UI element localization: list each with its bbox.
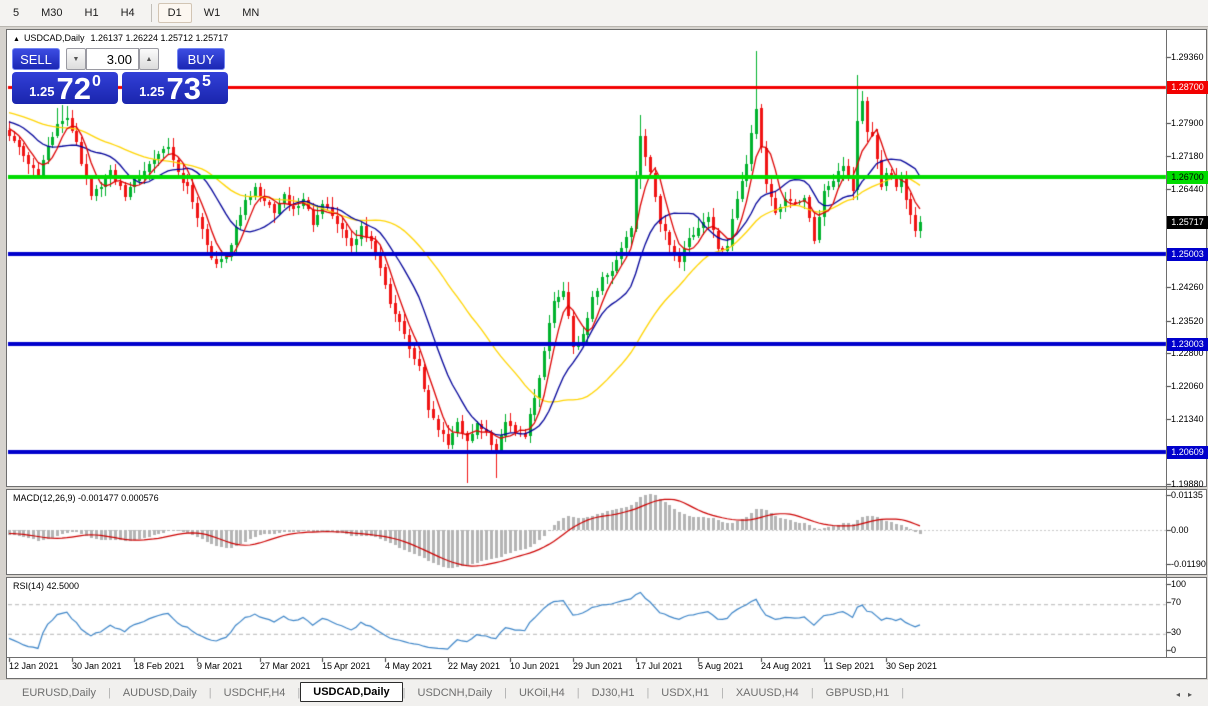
tab-scroll-left-icon[interactable]: ◂ <box>1176 690 1188 699</box>
tab-usdx-h1[interactable]: USDX,H1 <box>649 683 721 703</box>
rsi-name: RSI(14) <box>13 581 45 591</box>
tab-ukoil-h4[interactable]: UKOil,H4 <box>507 683 577 703</box>
sell-button-label: SELL <box>20 51 52 67</box>
date-axis-label: 5 Aug 2021 <box>698 661 744 671</box>
tab-dj30-h1[interactable]: DJ30,H1 <box>580 683 647 703</box>
date-axis-label: 18 Feb 2021 <box>134 661 185 671</box>
chart-quotes: 1.26137 1.26224 1.25712 1.25717 <box>90 33 229 43</box>
rsi-axis-label: 0 <box>1171 645 1177 655</box>
macd-values: -0.001477 0.000576 <box>78 493 159 503</box>
date-axis-label: 30 Sep 2021 <box>886 661 938 671</box>
timeframe-button-d1[interactable]: D1 <box>157 3 192 23</box>
price-axis-label: 1.27900 <box>1171 118 1204 128</box>
price-badge-1.20609: 1.20609 <box>1167 446 1208 459</box>
timeframe-button-h4[interactable]: H4 <box>111 3 145 23</box>
macd-axis-label: 0.00 <box>1171 525 1189 535</box>
tab-xauusd-h4[interactable]: XAUUSD,H4 <box>724 683 811 703</box>
price-axis-label: 1.22060 <box>1171 381 1204 391</box>
price-axis-label: 1.24260 <box>1171 282 1204 292</box>
volume-decrease-button[interactable]: ▼ <box>66 48 86 70</box>
price-badge-1.28700: 1.28700 <box>1167 81 1208 94</box>
volume-input[interactable]: 3.00 <box>86 48 139 70</box>
rsi-value: 42.5000 <box>46 581 80 591</box>
date-axis-label: 11 Sep 2021 <box>824 661 875 671</box>
macd-label: MACD(12,26,9) -0.001477 0.000576 <box>13 493 159 503</box>
buy-button-label: BUY <box>187 51 215 67</box>
price-axis-label: 1.19880 <box>1171 479 1204 489</box>
sell-price-pip: 0 <box>91 73 101 90</box>
toolbar-separator <box>150 4 152 22</box>
price-badge-1.25003: 1.25003 <box>1167 248 1208 261</box>
chart-symbol: USDCAD,Daily <box>23 33 85 43</box>
price-axis-label: 1.27180 <box>1171 151 1204 161</box>
rsi-axis-label: 70 <box>1171 597 1182 607</box>
timeframe-button-5[interactable]: 5 <box>3 3 29 23</box>
buy-price-panel[interactable]: 1.25 73 5 <box>122 72 228 104</box>
macd-axis-label: -0.01190 <box>1171 559 1206 569</box>
price-axis-label: 1.21340 <box>1171 414 1204 424</box>
sell-price-panel[interactable]: 1.25 72 0 <box>12 72 118 104</box>
tab-scroll-right-icon[interactable]: ▸ <box>1188 690 1200 699</box>
price-badge-1.23003: 1.23003 <box>1167 338 1208 351</box>
tab-usdcnh-daily[interactable]: USDCNH,Daily <box>406 683 505 703</box>
rsi-axis-label: 30 <box>1171 627 1182 637</box>
price-axis-label: 1.29360 <box>1171 52 1204 62</box>
buy-price-pip: 5 <box>201 73 211 90</box>
tab-scroll-arrows: ◂▸ <box>1176 690 1200 699</box>
timeframe-button-h1[interactable]: H1 <box>75 3 109 23</box>
timeframe-button-m30[interactable]: M30 <box>31 3 72 23</box>
timeframe-button-w1[interactable]: W1 <box>194 3 231 23</box>
timeframe-toolbar: 5 M30 H1 H4 D1 W1 MN <box>0 0 1208 27</box>
date-axis-label: 4 May 2021 <box>385 661 433 671</box>
collapse-arrow-icon[interactable]: ▲ <box>13 36 20 43</box>
chart-title: ▲ USDCAD,Daily 1.26137 1.26224 1.25712 1.2… <box>13 33 228 43</box>
date-axis-label: 12 Jan 2021 <box>9 661 59 671</box>
timeframe-button-mn[interactable]: MN <box>232 3 269 23</box>
price-badge-1.26700: 1.26700 <box>1167 171 1208 184</box>
spin-up-icon: ▲ <box>145 55 153 63</box>
macd-axis-label: 0.01135 <box>1171 490 1203 500</box>
date-axis-label: 10 Jun 2021 <box>510 661 560 671</box>
panel-separator-macd[interactable] <box>6 486 1207 490</box>
chart-tab-bar: EURUSD,Daily | AUDUSD,Daily | USDCHF,H4 | USDC… <box>0 680 1208 706</box>
rsi-label: RSI(14) 42.5000 <box>13 581 79 591</box>
sell-button[interactable]: SELL <box>12 48 60 70</box>
sell-price-big: 72 <box>56 71 91 106</box>
volume-value: 3.00 <box>106 51 132 67</box>
buy-price-big: 73 <box>166 71 201 106</box>
chart-window[interactable] <box>6 29 1207 679</box>
tab-usdcad-daily[interactable]: USDCAD,Daily <box>300 682 403 702</box>
tab-eurusd-daily[interactable]: EURUSD,Daily <box>10 683 108 703</box>
date-axis-label: 22 May 2021 <box>448 661 501 671</box>
panel-separator-rsi[interactable] <box>6 574 1207 578</box>
date-axis-label: 27 Mar 2021 <box>260 661 311 671</box>
buy-price-base: 1.25 <box>139 84 165 99</box>
macd-name: MACD(12,26,9) <box>13 493 76 503</box>
sell-price-base: 1.25 <box>29 84 55 99</box>
tab-usdchf-h4[interactable]: USDCHF,H4 <box>212 683 298 703</box>
volume-increase-button[interactable]: ▲ <box>139 48 159 70</box>
date-axis-label: 29 Jun 2021 <box>573 661 623 671</box>
tab-separator: | <box>901 687 905 699</box>
date-axis-label: 30 Jan 2021 <box>72 661 122 671</box>
tab-audusd-daily[interactable]: AUDUSD,Daily <box>111 683 209 703</box>
tab-gbpusd-h1[interactable]: GBPUSD,H1 <box>814 683 902 703</box>
date-axis-label: 15 Apr 2021 <box>322 661 371 671</box>
date-axis-label: 24 Aug 2021 <box>761 661 812 671</box>
date-axis-label: 9 Mar 2021 <box>197 661 243 671</box>
price-axis-label: 1.26440 <box>1171 184 1204 194</box>
buy-button[interactable]: BUY <box>177 48 225 70</box>
trading-app-window: { "toolbar": { "timeframes": [ {"label":… <box>0 0 1208 706</box>
price-badge-1.25717: 1.25717 <box>1167 216 1208 229</box>
spin-down-icon: ▼ <box>72 55 80 63</box>
rsi-axis-label: 100 <box>1171 579 1187 589</box>
date-axis-label: 17 Jul 2021 <box>636 661 683 671</box>
price-axis-label: 1.23520 <box>1171 316 1204 326</box>
date-axis-border <box>6 657 1207 658</box>
